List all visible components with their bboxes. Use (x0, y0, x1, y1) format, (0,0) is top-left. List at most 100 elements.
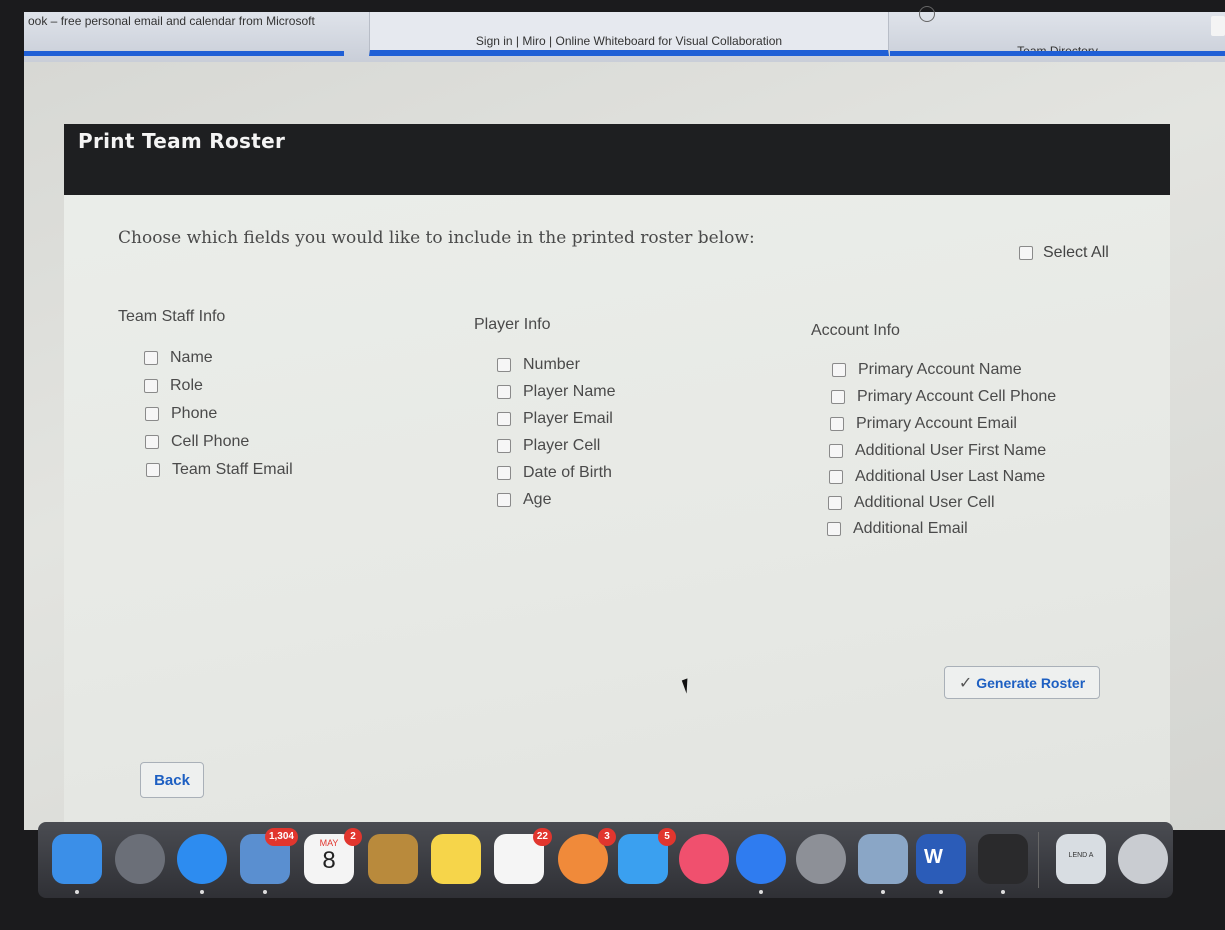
photos-icon[interactable]: 3 (558, 828, 616, 884)
option-player-email[interactable]: Player Email (497, 410, 613, 428)
option-staff-email[interactable]: Team Staff Email (146, 461, 293, 479)
app-store-icon[interactable] (736, 834, 786, 884)
generate-roster-button[interactable]: ✓ Generate Roster (944, 666, 1100, 699)
trash-icon[interactable] (1118, 834, 1168, 884)
calendar-icon[interactable]: MAY 8 2 (304, 828, 362, 884)
option-additional-user-cell[interactable]: Additional User Cell (828, 494, 995, 512)
option-label: Age (523, 491, 552, 508)
word-icon[interactable]: W (916, 834, 966, 884)
option-label: Cell Phone (171, 433, 250, 450)
team-staff-info-heading: Team Staff Info (118, 308, 226, 325)
notification-badge: 22 (532, 828, 552, 846)
option-label: Player Cell (523, 437, 601, 454)
back-button[interactable]: Back (140, 762, 204, 798)
document-stack-icon[interactable]: LEND A (1056, 834, 1106, 884)
select-all-option[interactable]: Select All (1019, 244, 1109, 262)
checkbox[interactable] (827, 522, 841, 536)
mouse-pointer-icon (681, 678, 693, 694)
checkbox[interactable] (497, 493, 511, 507)
option-staff-role[interactable]: Role (144, 377, 203, 395)
checkbox[interactable] (497, 358, 511, 372)
option-staff-cell-phone[interactable]: Cell Phone (145, 433, 249, 451)
notification-badge: 2 (344, 828, 362, 846)
checkbox[interactable] (830, 417, 844, 431)
calendar-day: 8 (322, 847, 336, 874)
option-label: Phone (171, 405, 218, 422)
checkbox[interactable] (831, 390, 845, 404)
notes-icon[interactable] (431, 834, 481, 884)
mail-icon[interactable]: 1,304 (240, 828, 298, 884)
running-indicator (1001, 890, 1005, 894)
option-primary-account-cell[interactable]: Primary Account Cell Phone (831, 388, 1056, 406)
checkbox[interactable] (832, 363, 846, 377)
option-label: Role (170, 377, 203, 394)
dialog-header: Print Team Roster (64, 124, 1170, 195)
document-label: LEND A (1068, 852, 1094, 859)
notification-badge: 3 (598, 828, 616, 846)
tab-outlook[interactable]: ook – free personal email and calendar f… (24, 12, 344, 56)
running-indicator (759, 890, 763, 894)
music-icon[interactable] (679, 834, 729, 884)
option-label: Primary Account Cell Phone (857, 388, 1057, 405)
instruction-text: Choose which fields you would like to in… (118, 228, 755, 248)
checkbox[interactable] (497, 439, 511, 453)
notification-badge: 5 (658, 828, 676, 846)
running-indicator (881, 890, 885, 894)
option-player-cell[interactable]: Player Cell (497, 437, 600, 455)
dock-separator (1038, 832, 1039, 888)
option-player-dob[interactable]: Date of Birth (497, 464, 612, 482)
option-player-name[interactable]: Player Name (497, 383, 615, 401)
system-preferences-icon[interactable] (796, 834, 846, 884)
finder-icon[interactable] (52, 834, 102, 884)
option-player-age[interactable]: Age (497, 491, 551, 509)
contacts-icon[interactable] (368, 834, 418, 884)
option-label: Additional User First Name (855, 442, 1047, 459)
checkbox[interactable] (145, 435, 159, 449)
option-additional-last-name[interactable]: Additional User Last Name (829, 468, 1045, 486)
checkbox[interactable] (829, 470, 843, 484)
tab-team-directory[interactable]: Team Directory (890, 12, 1225, 56)
option-label: Player Name (523, 383, 616, 400)
tab-miro[interactable]: Sign in | Miro | Online Whiteboard for V… (369, 12, 889, 56)
checkbox[interactable] (828, 496, 842, 510)
printer-icon[interactable] (978, 834, 1028, 884)
option-primary-account-email[interactable]: Primary Account Email (830, 415, 1017, 433)
option-label: Team Staff Email (172, 461, 293, 478)
option-player-number[interactable]: Number (497, 356, 580, 374)
option-label: Additional User Last Name (855, 468, 1046, 485)
page-content: Print Team Roster Choose which fields yo… (24, 62, 1225, 830)
generate-roster-label: Generate Roster (976, 674, 1086, 691)
option-label: Name (170, 349, 213, 366)
option-additional-email[interactable]: Additional Email (827, 520, 968, 538)
checkbox[interactable] (497, 412, 511, 426)
option-staff-name[interactable]: Name (144, 349, 213, 367)
account-info-heading: Account Info (811, 322, 900, 339)
checkbox[interactable] (145, 407, 159, 421)
checkbox[interactable] (144, 351, 158, 365)
checkmark-icon: ✓ (958, 673, 973, 692)
checkbox[interactable] (144, 379, 158, 393)
refresh-icon[interactable] (919, 6, 935, 22)
running-indicator (75, 890, 79, 894)
running-indicator (939, 890, 943, 894)
safari-icon[interactable] (177, 834, 227, 884)
option-label: Player Email (523, 410, 613, 427)
select-all-label: Select All (1043, 244, 1109, 261)
checkbox[interactable] (497, 385, 511, 399)
checkbox[interactable] (829, 444, 843, 458)
checkbox[interactable] (497, 466, 511, 480)
option-staff-phone[interactable]: Phone (145, 405, 217, 423)
launchpad-icon[interactable] (115, 834, 165, 884)
option-label: Additional Email (853, 520, 968, 537)
option-additional-first-name[interactable]: Additional User First Name (829, 442, 1046, 460)
preview-icon[interactable] (858, 834, 908, 884)
option-label: Date of Birth (523, 464, 612, 481)
new-tab-button[interactable] (1211, 16, 1225, 36)
option-label: Primary Account Email (856, 415, 1017, 432)
option-primary-account-name[interactable]: Primary Account Name (832, 361, 1022, 379)
player-info-heading: Player Info (474, 316, 551, 333)
select-all-checkbox[interactable] (1019, 246, 1033, 260)
reminders-icon[interactable]: 22 (494, 828, 552, 884)
checkbox[interactable] (146, 463, 160, 477)
messages-icon[interactable]: 5 (618, 828, 676, 884)
